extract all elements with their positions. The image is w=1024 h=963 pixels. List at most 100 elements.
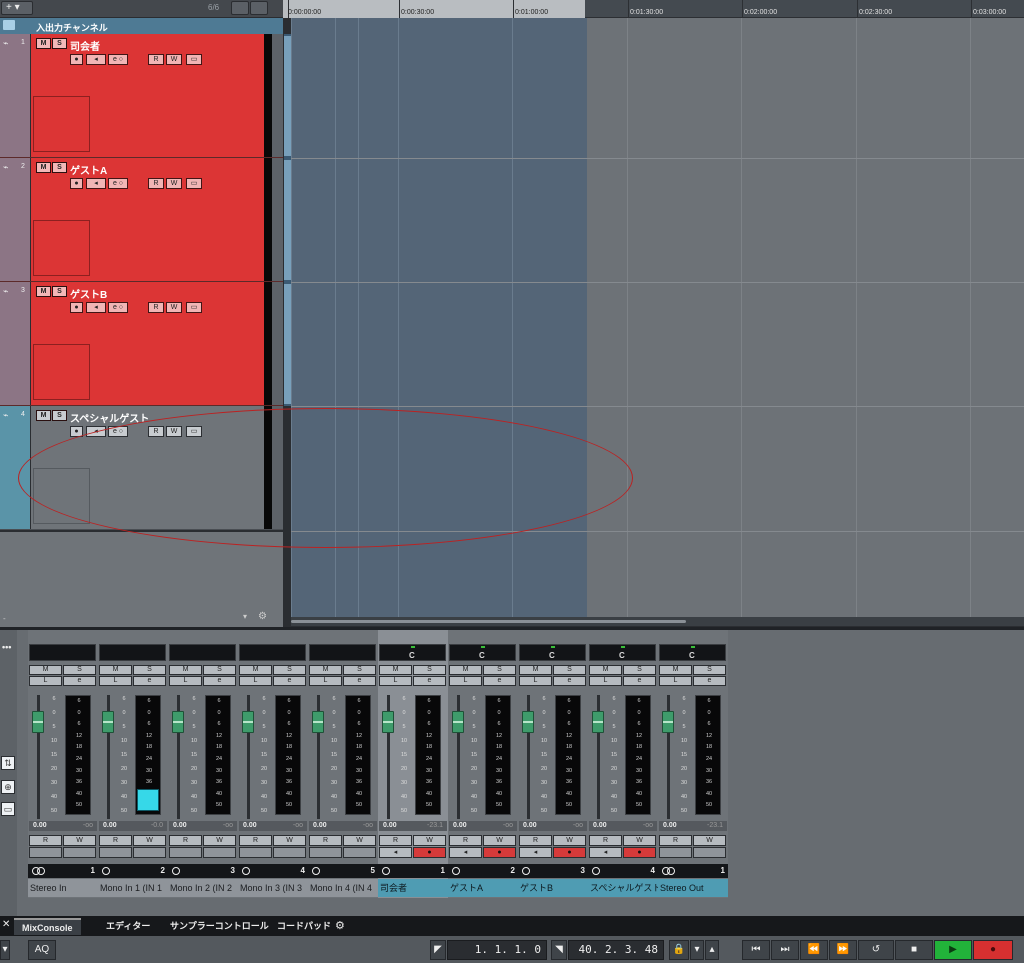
read-automation-button[interactable]: R [29,835,62,846]
channel-name[interactable]: ゲストA [448,879,518,897]
chevron-down-icon[interactable]: ▾ [243,612,247,621]
solo-button[interactable]: S [133,665,166,675]
solo-button[interactable]: S [413,665,446,675]
channel-config[interactable]: 4 [238,864,308,878]
lanes-icon[interactable]: ▭ [186,54,202,65]
read-automation-button[interactable]: R [309,835,342,846]
track-3[interactable]: ⌁ 3 M S ゲストB ● ◂ e ○ R W ▭ [0,282,283,406]
track-name[interactable]: 司会者 [70,38,100,53]
peak-value[interactable]: -oo [223,822,233,829]
volume-fader[interactable] [242,711,254,733]
solo-button[interactable]: S [52,410,67,421]
channel-name[interactable]: Mono In 3 (IN 3 [238,879,308,897]
volume-fader[interactable] [522,711,534,733]
channel-config[interactable]: 2 [98,864,168,878]
write-automation-button[interactable]: W [203,835,236,846]
monitor-button[interactable]: ◂ [379,847,412,858]
channel-name[interactable]: Mono In 2 (IN 2 [168,879,238,897]
listen-button[interactable]: L [239,676,272,686]
volume-value[interactable]: 0.00 [663,822,677,829]
mixer-channel-strip[interactable]: C M S Le 6 0 5 10 15 20 30 40 50 6 0 6 12 18 24 30 36 40 50 0.0… [448,630,518,898]
mute-button[interactable]: M [36,38,51,49]
solo-button[interactable]: S [203,665,236,675]
volume-value[interactable]: 0.00 [453,822,467,829]
peak-value[interactable]: -oo [643,822,653,829]
search-icon[interactable] [250,1,268,15]
pan-display[interactable] [99,644,166,661]
mute-button[interactable]: M [36,286,51,297]
monitor-button[interactable]: ◂ [519,847,552,858]
mute-button[interactable]: M [29,665,62,675]
volume-value[interactable]: 0.00 [523,822,537,829]
punch-out-icon[interactable]: ▴ [705,940,719,960]
channel-name[interactable]: スペシャルゲスト [588,879,658,897]
channel-config[interactable]: 5 [308,864,378,878]
write-automation-button[interactable]: W [623,835,656,846]
mixer-channel-strip[interactable]: C M S Le 6 0 5 10 15 20 30 40 50 6 0 6 12 18 24 30 36 40 50 0.0… [378,630,448,898]
bypass-slot[interactable] [273,847,306,858]
write-automation-button[interactable]: W [343,835,376,846]
solo-button[interactable]: S [553,665,586,675]
listen-button[interactable]: L [29,676,62,686]
monitor-button[interactable]: ◂ [589,847,622,858]
record-enable-button[interactable]: ● [623,847,656,858]
channel-config[interactable]: 2 [448,864,518,878]
volume-value[interactable]: 0.00 [243,822,257,829]
read-button[interactable]: R [148,302,164,313]
write-automation-button[interactable]: W [413,835,446,846]
bypass-slot[interactable] [133,847,166,858]
volume-fader[interactable] [102,711,114,733]
record-enable-button[interactable]: ● [413,847,446,858]
mute-button[interactable]: M [519,665,552,675]
mute-button[interactable]: M [449,665,482,675]
channel-config[interactable]: 3 [518,864,588,878]
go-to-end-icon[interactable]: ⏭ [771,940,799,960]
channel-name[interactable]: 司会者 [378,879,448,897]
go-to-start-icon[interactable]: ⏮ [742,940,770,960]
write-automation-button[interactable]: W [483,835,516,846]
list-view-icon[interactable] [231,1,249,15]
pan-display[interactable] [169,644,236,661]
tab-editor[interactable]: エディター [106,918,150,935]
solo-button[interactable]: S [52,162,67,173]
tab-mixconsole[interactable]: MixConsole [14,918,81,935]
channel-name[interactable]: ゲストB [518,879,588,897]
volume-fader[interactable] [452,711,464,733]
listen-button[interactable]: L [309,676,342,686]
record-enable-button[interactable]: ● [70,54,83,65]
mute-button[interactable]: M [659,665,692,675]
read-automation-button[interactable]: R [239,835,272,846]
track-2[interactable]: ⌁ 2 M S ゲストA ● ◂ e ○ R W ▭ [0,158,283,282]
volume-value[interactable]: 0.00 [593,822,607,829]
cycle-icon[interactable]: ↺ [858,940,894,960]
edit-button[interactable]: e [693,676,726,686]
mixer-channel-strip[interactable]: C M S Le 6 0 5 10 15 20 30 40 50 6 0 6 12 18 24 30 36 40 50 0.0… [658,630,728,898]
track-name[interactable]: ゲストA [70,162,107,177]
write-automation-button[interactable]: W [133,835,166,846]
channel-config[interactable]: 4 [588,864,658,878]
mute-button[interactable]: M [36,410,51,421]
edit-button[interactable]: e [623,676,656,686]
channel-name[interactable]: Stereo Out [658,879,728,897]
edit-button[interactable]: e ○ [108,302,128,313]
listen-button[interactable]: L [589,676,622,686]
volume-fader[interactable] [662,711,674,733]
write-automation-button[interactable]: W [693,835,726,846]
peak-value[interactable]: -oo [293,822,303,829]
bypass-slot[interactable] [693,847,726,858]
monitor-button[interactable]: ◂ [86,54,106,65]
monitor-view-icon[interactable]: ▭ [1,802,15,816]
mixer-channel-strip[interactable]: C M S Le 6 0 5 10 15 20 30 40 50 6 0 6 12 18 24 30 36 40 50 0.0… [518,630,588,898]
edit-button[interactable]: e [133,676,166,686]
play-icon[interactable]: ▶ [934,940,972,960]
write-button[interactable]: W [166,302,182,313]
peak-value[interactable]: -oo [503,822,513,829]
channel-config[interactable]: 1 [658,864,728,878]
listen-button[interactable]: L [379,676,412,686]
write-automation-button[interactable]: W [553,835,586,846]
solo-button[interactable]: S [273,665,306,675]
solo-button[interactable]: S [483,665,516,675]
mute-button[interactable]: M [239,665,272,675]
mixer-channel-strip[interactable]: MSLe605101520304050606121824303640500.00… [28,630,98,898]
track-name[interactable]: ゲストB [70,286,107,301]
